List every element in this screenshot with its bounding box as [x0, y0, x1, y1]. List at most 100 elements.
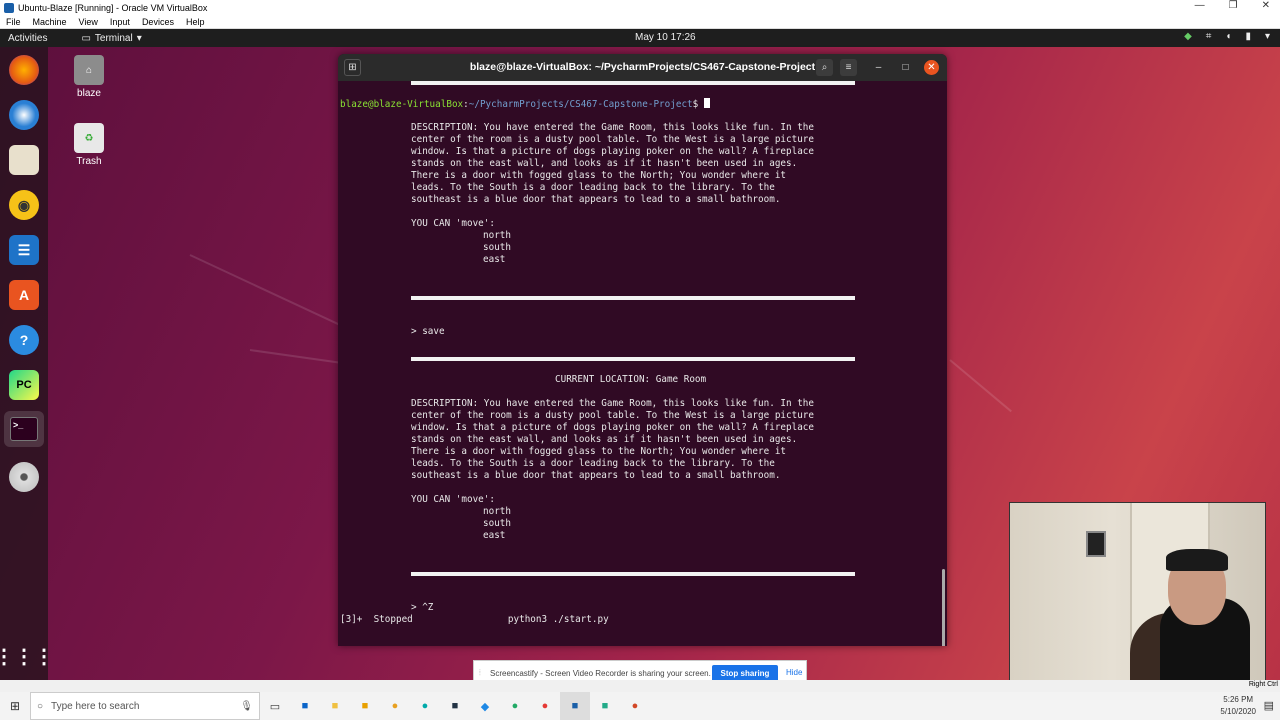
writer-icon[interactable]: ☰ [9, 235, 39, 265]
description-line: window. Is that a picture of dogs playin… [411, 422, 814, 433]
pycharm-icon[interactable]: PC [9, 370, 39, 400]
prompt-path: ~/PycharmProjects/CS467-Capstone-Project [468, 99, 693, 110]
move-option: north [483, 506, 511, 517]
taskbar-clock[interactable]: 5:26 PM 5/10/2020 [1220, 694, 1256, 718]
dock: ◉ ☰ A ? PC >_ ⋮⋮⋮ [0, 47, 54, 680]
terminal-output[interactable]: blaze@blaze-VirtualBox:~/PycharmProjects… [338, 81, 947, 646]
terminal-small-icon: ▭ [81, 32, 91, 44]
drag-handle-icon[interactable]: ⦙ [479, 668, 481, 678]
thunderbird-icon[interactable] [9, 100, 39, 130]
text-cursor [703, 98, 710, 108]
description-line: There is a door with fogged glass to the… [411, 446, 787, 457]
divider-line [411, 296, 855, 300]
menu-devices[interactable]: Devices [142, 17, 174, 27]
virtualbox-icon[interactable]: ■ [560, 692, 590, 720]
chrome-icon[interactable]: ● [530, 692, 560, 720]
chrome-canary-icon[interactable]: ● [380, 692, 410, 720]
app-icon[interactable]: ● [500, 692, 530, 720]
dvd-icon[interactable] [9, 462, 39, 492]
network-icon[interactable]: ⌗ [1206, 31, 1212, 42]
description-line: leads. To the South is a door leading ba… [411, 182, 775, 193]
maximize-icon[interactable]: □ [897, 59, 914, 76]
activities-button[interactable]: Activities [0, 33, 55, 44]
show-applications-icon[interactable]: ⋮⋮⋮ [0, 641, 54, 671]
windows-start-icon[interactable]: ⊞ [0, 699, 30, 713]
menu-file[interactable]: File [6, 17, 21, 27]
volume-icon[interactable]: ◖ [1225, 31, 1231, 42]
shell-prompt: blaze@blaze-VirtualBox:~/PycharmProjects… [340, 98, 710, 111]
app-menu[interactable]: ▭ Terminal ▾ [81, 33, 141, 44]
home-folder-shortcut[interactable]: ⌂ blaze [64, 55, 114, 99]
trash-shortcut[interactable]: ♻ Trash [64, 123, 114, 167]
idle-icon[interactable]: ■ [440, 692, 470, 720]
taskbar-time: 5:26 PM [1223, 695, 1254, 704]
help-icon[interactable]: ? [9, 325, 39, 355]
notifications-icon[interactable]: ▤ [1264, 699, 1274, 712]
desktop-icon-label: Trash [76, 156, 102, 167]
command-line: > save [411, 326, 445, 337]
moves-header: YOU CAN 'move': [411, 218, 495, 229]
terminal-window[interactable]: ⊞ blaze@blaze-VirtualBox: ~/PycharmProje… [338, 54, 947, 646]
current-location: CURRENT LOCATION: Game Room [555, 374, 707, 385]
search-placeholder: Type here to search [51, 700, 140, 712]
terminal-header-bar[interactable]: ⊞ blaze@blaze-VirtualBox: ~/PycharmProje… [338, 54, 947, 81]
close-icon[interactable]: ✕ [1262, 0, 1270, 11]
menu-input[interactable]: Input [110, 17, 130, 27]
power-menu-icon[interactable]: ▾ [1265, 31, 1270, 42]
hide-button[interactable]: Hide [786, 668, 802, 677]
menu-help[interactable]: Help [186, 17, 205, 27]
minimize-icon[interactable]: – [870, 59, 887, 76]
description-line: leads. To the South is a door leading ba… [411, 458, 775, 469]
store-icon[interactable]: ■ [350, 692, 380, 720]
app-icon[interactable]: ● [410, 692, 440, 720]
desktop-icon-label: blaze [77, 88, 101, 99]
description-line: window. Is that a picture of dogs playin… [411, 146, 814, 157]
move-option: south [483, 242, 511, 253]
menu-view[interactable]: View [79, 17, 98, 27]
description-line: southeast is a blue door that appears to… [411, 470, 781, 481]
search-icon[interactable]: ⌕ [816, 59, 833, 76]
pycharm-icon[interactable]: ■ [590, 692, 620, 720]
terminal-scrollbar[interactable] [942, 569, 945, 646]
description-line: center of the room is a dusty pool table… [411, 134, 814, 145]
virtualbox-icon [4, 2, 14, 13]
outlook-icon[interactable]: ■ [290, 692, 320, 720]
shield-icon[interactable]: ◆ [1184, 31, 1192, 42]
microphone-icon[interactable]: 🎙 [240, 701, 253, 712]
prompt-dollar: $ [692, 99, 704, 110]
terminal-dock-item[interactable]: >_ [4, 411, 44, 447]
hamburger-menu-icon[interactable]: ≡ [840, 59, 857, 76]
top-clock[interactable]: May 10 17:26 [635, 32, 696, 43]
vbox-status-bar: Right Ctrl [0, 680, 1280, 692]
share-message: Screencastify - Screen Video Recorder is… [490, 668, 711, 678]
wallpaper-streak [189, 254, 354, 332]
close-icon[interactable]: ✕ [924, 60, 939, 75]
minimize-icon[interactable]: — [1195, 0, 1205, 11]
vbox-menu-bar: File Machine View Input Devices Help [0, 15, 1280, 29]
rhythmbox-icon[interactable]: ◉ [9, 190, 39, 220]
search-icon: ○ [37, 700, 44, 712]
gnome-top-bar: Activities ▭ Terminal ▾ May 10 17:26 ◆ ⌗… [0, 29, 1280, 47]
divider-line [411, 357, 855, 361]
description-line: stands on the east wall, and looks as if… [411, 434, 798, 445]
command-line: > ^Z [411, 602, 434, 613]
task-view-icon[interactable]: ▭ [260, 692, 290, 720]
powerpoint-icon[interactable]: ● [620, 692, 650, 720]
app-menu-label: Terminal [94, 32, 133, 44]
battery-icon[interactable]: ▮ [1245, 31, 1251, 42]
webcam-overlay [1009, 502, 1266, 680]
vscode-icon[interactable]: ◆ [470, 692, 500, 720]
caret-down-icon: ▾ [136, 32, 142, 44]
restore-icon[interactable]: ❐ [1229, 0, 1238, 11]
taskbar-date: 5/10/2020 [1220, 707, 1256, 716]
ubuntu-desktop: Activities ▭ Terminal ▾ May 10 17:26 ◆ ⌗… [0, 29, 1280, 680]
taskbar-search-box[interactable]: ○ Type here to search 🎙 [30, 692, 260, 720]
menu-machine[interactable]: Machine [33, 17, 67, 27]
description-line: DESCRIPTION: You have entered the Game R… [411, 122, 814, 133]
file-explorer-icon[interactable]: ■ [320, 692, 350, 720]
firefox-icon[interactable] [9, 55, 39, 85]
host-key-label: Right Ctrl [1248, 681, 1278, 688]
software-center-icon[interactable]: A [9, 280, 39, 310]
vbox-title-bar: Ubuntu-Blaze [Running] - Oracle VM Virtu… [0, 0, 1280, 15]
files-icon[interactable] [9, 145, 39, 175]
